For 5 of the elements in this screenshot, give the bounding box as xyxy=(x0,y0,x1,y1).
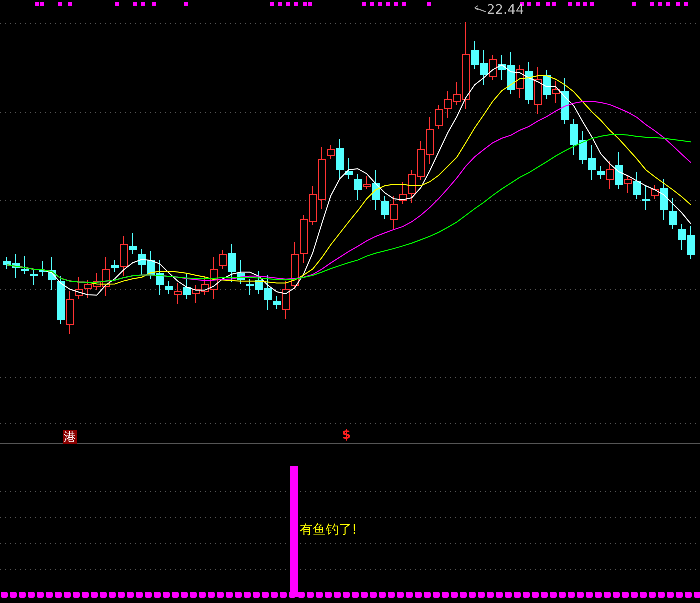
high-price-label: 22.44 xyxy=(487,3,524,18)
dollar-marker: $ xyxy=(342,428,352,443)
signal-text: 有鱼钓了! xyxy=(300,522,358,539)
pointer-icon xyxy=(474,6,486,12)
market-badge: 港 xyxy=(63,430,77,444)
